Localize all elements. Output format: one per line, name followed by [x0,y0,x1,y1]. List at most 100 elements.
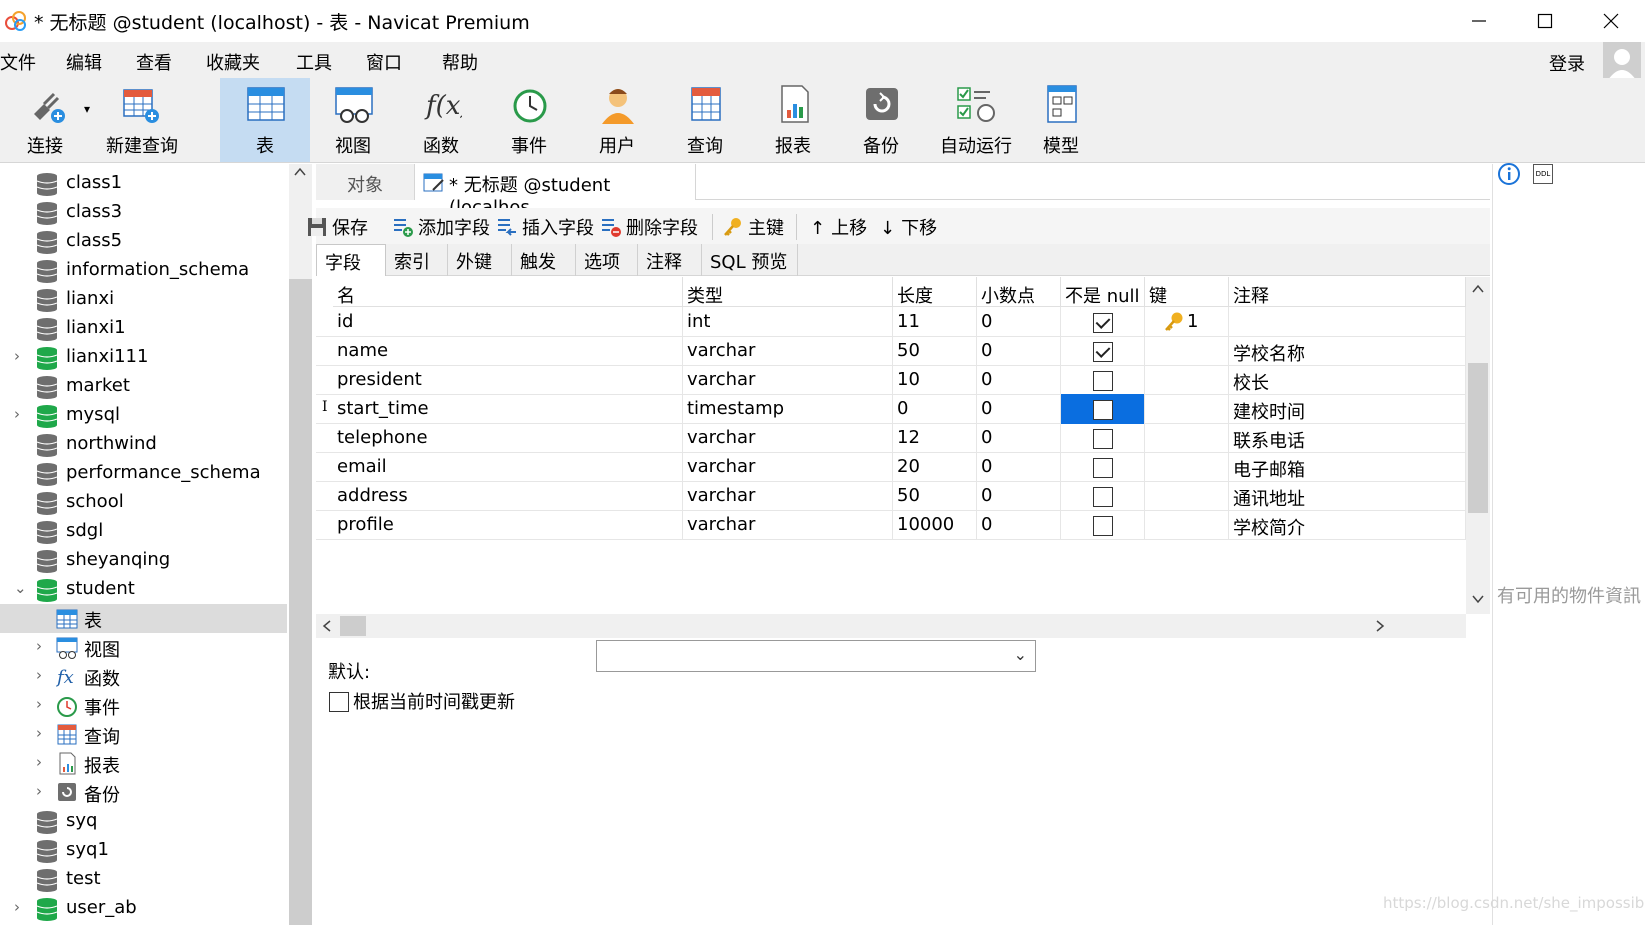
chevron-right-icon[interactable]: › [14,898,28,918]
cell-not-null[interactable] [1061,307,1145,337]
tree-item[interactable]: class5 [0,227,287,256]
column-header-decimals[interactable]: 小数点 [977,277,1061,307]
cell-decimals[interactable]: 0 [977,452,1061,482]
tree-item[interactable]: › 查询 [0,720,287,749]
tree-item[interactable]: northwind [0,430,287,459]
tree-item[interactable]: › 事件 [0,691,287,720]
chevron-right-icon[interactable]: › [36,782,50,802]
cell-type[interactable]: varchar [683,481,893,511]
cell-length[interactable]: 20 [893,452,977,482]
cell-length[interactable]: 10000 [893,510,977,540]
save-button[interactable]: 保存 [306,214,368,240]
query-button[interactable]: 查询 [660,78,750,162]
cell-comment[interactable]: 学校简介 [1229,510,1466,540]
event-button[interactable]: 事件 [484,78,574,162]
grid-hscroll-thumb[interactable] [340,616,366,636]
cell-name[interactable]: president [333,365,683,395]
menu-window[interactable]: 窗口 [366,49,402,75]
cell-decimals[interactable]: 0 [977,365,1061,395]
tab-objects[interactable]: 对象 [316,164,414,200]
tab-table-designer[interactable]: * 无标题 @student (localhos... [414,164,696,218]
chevron-right-icon[interactable]: › [36,637,50,657]
scroll-right-icon[interactable] [1374,619,1386,633]
cell-name[interactable]: start_time [333,394,683,424]
cell-comment[interactable]: 通讯地址 [1229,481,1466,511]
cell-length[interactable]: 50 [893,481,977,511]
cell-length[interactable]: 11 [893,307,977,337]
not-null-checkbox[interactable] [1093,342,1113,362]
tree-item[interactable]: › lianxi111 [0,343,287,372]
not-null-checkbox[interactable] [1093,400,1113,420]
tree-item[interactable]: performance_schema [0,459,287,488]
cell-not-null[interactable] [1061,510,1145,540]
update-on-timestamp-option[interactable]: 根据当前时间戳更新 [329,688,515,714]
cell-name[interactable]: id [333,307,683,337]
table-row[interactable]: Istart_time timestamp 0 0 建校时间 [316,394,1466,424]
column-header-key[interactable]: 键 [1145,277,1229,307]
tree-item[interactable]: sdgl [0,517,287,546]
scroll-down-icon[interactable] [1471,593,1485,605]
tree-item[interactable]: lianxi1 [0,314,287,343]
new-query-button[interactable]: 新建查询 [92,78,192,162]
cell-not-null[interactable] [1061,394,1145,424]
not-null-checkbox[interactable] [1093,516,1113,536]
chevron-right-icon[interactable]: › [36,724,50,744]
chevron-right-icon[interactable]: › [14,405,28,425]
tab-fields[interactable]: 字段 [316,244,386,276]
column-header-type[interactable]: 类型 [683,277,893,307]
model-button[interactable]: 模型 [1016,78,1106,162]
table-row[interactable]: address varchar 50 0 通讯地址 [316,481,1466,511]
tree-item[interactable]: › mysql [0,401,287,430]
close-button[interactable] [1578,0,1644,42]
menu-file[interactable]: 文件 [0,49,36,75]
view-button[interactable]: 视图 [308,78,398,162]
cell-type[interactable]: timestamp [683,394,893,424]
menu-edit[interactable]: 编辑 [66,49,102,75]
cell-not-null[interactable] [1061,336,1145,366]
add-field-button[interactable]: 添加字段 [392,214,490,240]
cell-type[interactable]: int [683,307,893,337]
tree-item[interactable]: › 报表 [0,749,287,778]
backup-button[interactable]: 备份 [836,78,926,162]
tree-item[interactable]: › 视图 [0,633,287,662]
delete-field-button[interactable]: 删除字段 [600,214,698,240]
move-down-button[interactable]: ↓ 下移 [880,214,937,240]
cell-type[interactable]: varchar [683,423,893,453]
tab-sql-preview[interactable]: SQL 预览 [702,244,798,276]
scroll-left-icon[interactable] [321,619,333,633]
scroll-up-icon[interactable] [1471,283,1485,295]
tab-options[interactable]: 选项 [576,244,638,276]
cell-comment[interactable]: 校长 [1229,365,1466,395]
grid-vertical-scrollbar[interactable] [1466,277,1490,614]
cell-length[interactable]: 12 [893,423,977,453]
tree-item[interactable]: 表 [0,604,287,633]
info-icon[interactable] [1497,162,1521,186]
tree-item[interactable]: school [0,488,287,517]
menu-tools[interactable]: 工具 [296,49,332,75]
cell-comment[interactable]: 电子邮箱 [1229,452,1466,482]
tree-item[interactable]: ⌄ student [0,575,287,604]
cell-name[interactable]: profile [333,510,683,540]
tree-item[interactable]: lianxi [0,285,287,314]
grid-vscroll-thumb[interactable] [1468,363,1488,513]
tree-scrollbar[interactable] [289,164,312,925]
default-value-select[interactable]: ⌄ [596,640,1036,672]
cell-comment[interactable]: 学校名称 [1229,336,1466,366]
connect-dropdown-icon[interactable]: ▾ [84,102,90,116]
maximize-button[interactable] [1512,0,1578,42]
column-header-name[interactable]: 名 [333,277,683,307]
cell-comment[interactable]: 建校时间 [1229,394,1466,424]
tree-item[interactable]: sheyanqing [0,546,287,575]
cell-decimals[interactable]: 0 [977,481,1061,511]
cell-not-null[interactable] [1061,423,1145,453]
connect-button[interactable]: 连接 [0,78,90,162]
cell-key[interactable] [1145,365,1229,395]
table-row[interactable]: email varchar 20 0 电子邮箱 [316,452,1466,482]
tree-item[interactable]: information_schema [0,256,287,285]
ddl-button[interactable]: DDL [1533,164,1553,184]
cell-key[interactable] [1145,510,1229,540]
user-button[interactable]: 用户 [572,78,662,162]
cell-type[interactable]: varchar [683,510,893,540]
menu-favorites[interactable]: 收藏夹 [206,49,260,75]
cell-key[interactable] [1145,394,1229,424]
